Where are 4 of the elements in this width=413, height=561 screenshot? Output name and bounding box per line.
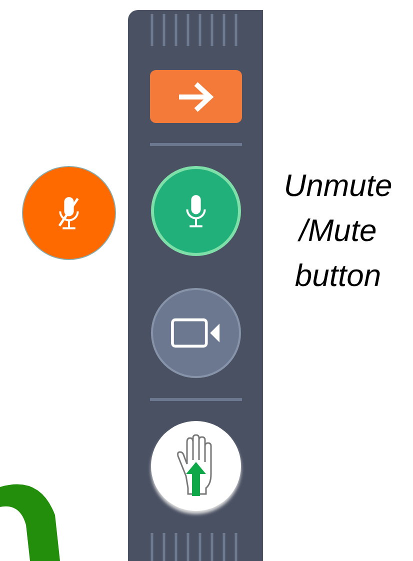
next-arrow-button[interactable]: [150, 70, 242, 123]
raise-hand-button[interactable]: [150, 421, 240, 511]
video-camera-icon: [170, 317, 222, 349]
caption-text: Unmute /Mute button: [282, 167, 394, 295]
